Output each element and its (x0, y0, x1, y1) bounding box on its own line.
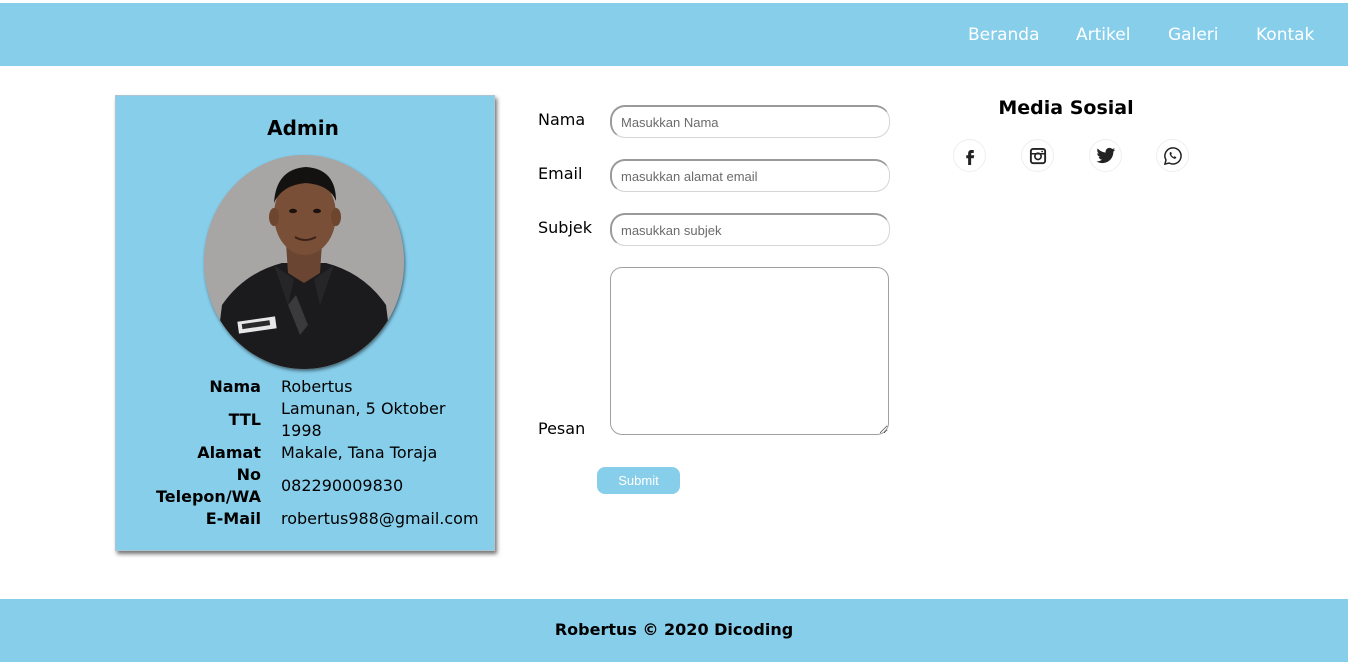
table-row: TTL Lamunan, 5 Oktober 1998 (156, 398, 479, 442)
ttl-key: TTL (228, 410, 261, 429)
whatsapp-icon[interactable] (1156, 139, 1189, 172)
navbar: Beranda Artikel Galeri Kontak (0, 3, 1348, 66)
facebook-icon[interactable] (953, 139, 986, 172)
nav-artikel[interactable]: Artikel (1076, 25, 1130, 45)
profile-title: Admin (267, 116, 339, 140)
nama-label: Nama (538, 110, 586, 129)
email-key: E-Mail (205, 509, 261, 528)
social-title: Media Sosial (998, 97, 1134, 119)
table-row: No Telepon/WA 082290009830 (156, 464, 479, 508)
profile-photo-illustration (204, 155, 404, 369)
email-label: Email (538, 164, 583, 183)
subjek-label: Subjek (538, 218, 593, 237)
email-value: robertus988@gmail.com (280, 509, 479, 528)
nama-input[interactable] (610, 105, 890, 138)
nama-key: Nama (209, 377, 261, 396)
alamat-key: Alamat (197, 443, 261, 462)
ttl-value: Lamunan, 5 Oktober 1998 (280, 399, 446, 440)
subjek-input[interactable] (610, 213, 890, 246)
profile-info-table: Nama Robertus TTL Lamunan, 5 Oktober 199… (156, 376, 479, 530)
nav-galeri[interactable]: Galeri (1168, 25, 1219, 45)
pesan-textarea[interactable] (610, 267, 889, 435)
alamat-value: Makale, Tana Toraja (280, 443, 438, 462)
twitter-icon[interactable] (1089, 139, 1122, 172)
nav-beranda[interactable]: Beranda (968, 25, 1040, 45)
table-row: Alamat Makale, Tana Toraja (156, 442, 479, 464)
nama-value: Robertus (280, 377, 353, 396)
email-input[interactable] (610, 159, 890, 192)
table-row: Nama Robertus (156, 376, 479, 398)
profile-card: Admin Nama Robertus TTL Lamunan, 5 Oktob… (115, 95, 495, 551)
footer-text: Robertus © 2020 Dicoding (554, 620, 794, 639)
pesan-label: Pesan (538, 419, 586, 438)
table-row: E-Mail robertus988@gmail.com (156, 508, 479, 530)
footer: Robertus © 2020 Dicoding (0, 599, 1348, 662)
submit-button[interactable]: Submit (597, 467, 680, 494)
nav-kontak[interactable]: Kontak (1256, 25, 1314, 45)
instagram-icon[interactable] (1021, 139, 1054, 172)
telepon-key: No Telepon/WA (156, 465, 261, 506)
profile-photo (204, 155, 404, 369)
telepon-value: 082290009830 (280, 476, 404, 495)
